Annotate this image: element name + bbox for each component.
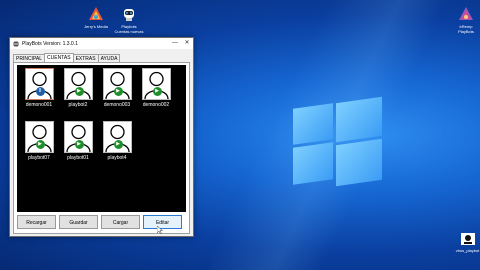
user-avatar: II [24, 68, 54, 100]
desktop-shortcut-label: virus_playbot [455, 248, 480, 253]
window-title: PlayBots Version: 1.3.0.1 [22, 40, 78, 47]
user-avatar: ▶ [24, 121, 54, 153]
robot-app-icon [13, 41, 19, 46]
play-icon: ▶ [113, 140, 123, 149]
user-avatar: ▶ [141, 68, 171, 100]
app-shortcut-icon [82, 6, 110, 23]
account-card[interactable]: ▶ demono002 [140, 68, 172, 108]
playbots-window: PlayBots Version: 1.3.0.1 — ✕ PRINCIPAL … [9, 37, 194, 237]
account-card[interactable]: II demono001 [23, 68, 55, 108]
play-icon: ▶ [152, 87, 162, 96]
guardar-button[interactable]: Guardar [59, 215, 98, 229]
accounts-grid: II demono001 ▶ playbot2 ▶ demono003 ▶ de… [17, 65, 186, 212]
account-card[interactable]: ▶ playbot2 [62, 68, 94, 108]
desktop-shortcut-label: Jerry's Media [84, 24, 108, 29]
minimize-button[interactable]: — [169, 38, 181, 49]
account-name: demono002 [142, 102, 170, 108]
desktop-shortcut-bremp-playbots[interactable]: bRemp PlayBots [453, 6, 479, 34]
account-name: playbot4 [107, 155, 127, 161]
cuentas-panel: II demono001 ▶ playbot2 ▶ demono003 ▶ de… [13, 62, 190, 234]
desktop-shortcut-virus-playbot[interactable]: virus_playbot [455, 232, 480, 253]
file-shortcut-icon [455, 232, 480, 247]
window-titlebar[interactable]: PlayBots Version: 1.3.0.1 — ✕ [10, 38, 193, 49]
recargar-button[interactable]: Recargar [17, 215, 56, 229]
user-avatar: ▶ [102, 121, 132, 153]
robot-shortcut-icon [114, 6, 144, 23]
play-icon: ▶ [74, 87, 84, 96]
account-card[interactable]: ▶ playbot01 [62, 121, 94, 161]
close-button[interactable]: ✕ [181, 38, 193, 49]
play-icon: ▶ [113, 87, 123, 96]
account-name: demono003 [103, 102, 131, 108]
desktop: Jerry's Media Playbots Cuentas nuevas bR… [0, 0, 480, 270]
desktop-shortcut-label: Playbots Cuentas nuevas [114, 24, 144, 34]
account-name: demono001 [25, 102, 53, 108]
account-name: playbot2 [68, 102, 88, 108]
play-icon: ▶ [35, 140, 45, 149]
account-name: playbot01 [67, 155, 89, 161]
mouse-cursor-icon [157, 226, 163, 234]
account-card[interactable]: ▶ playbot4 [101, 121, 133, 161]
desktop-shortcut-jerrys-media[interactable]: Jerry's Media [82, 6, 110, 29]
user-avatar: ▶ [102, 68, 132, 100]
windows-logo [289, 96, 385, 190]
account-name: playbot07 [28, 155, 50, 161]
user-avatar: ▶ [63, 68, 93, 100]
cargar-button[interactable]: Cargar [101, 215, 140, 229]
account-card[interactable]: ▶ playbot07 [23, 121, 55, 161]
desktop-shortcut-playbots-nuevas[interactable]: Playbots Cuentas nuevas [114, 6, 144, 34]
app-shortcut-icon [453, 6, 479, 23]
account-card[interactable]: ▶ demono003 [101, 68, 133, 108]
play-icon: ▶ [74, 140, 84, 149]
user-avatar: ▶ [63, 121, 93, 153]
desktop-shortcut-label: bRemp PlayBots [458, 24, 474, 34]
pause-icon: II [35, 87, 45, 96]
